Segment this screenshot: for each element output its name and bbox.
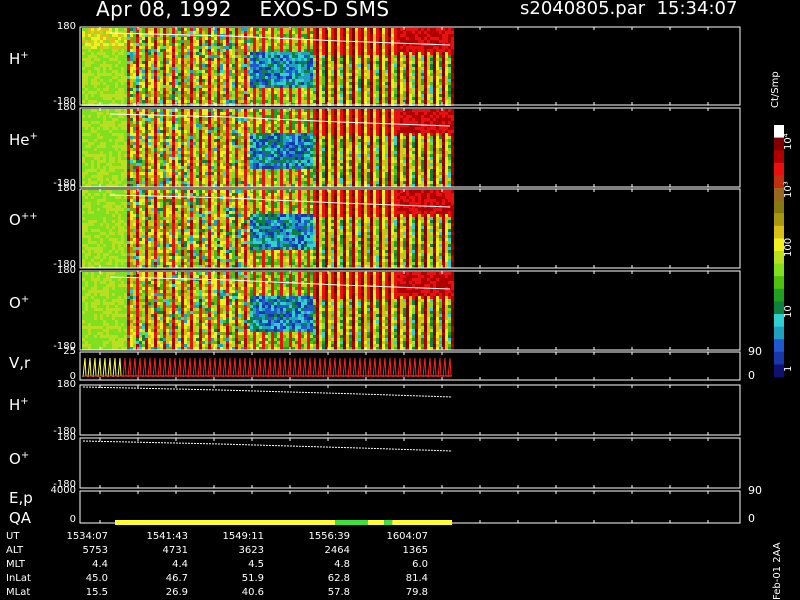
right-tick-bottom: 0 bbox=[748, 512, 755, 525]
panel-frame-h-plus-line bbox=[79, 384, 741, 436]
spectrogram-h-plus bbox=[82, 28, 454, 106]
panel-label-qa: QA bbox=[9, 509, 32, 527]
panel-label-o-plus: O+ bbox=[9, 294, 30, 312]
ephemeris-value: 1541:43 bbox=[146, 531, 188, 542]
ephemeris-value: 46.7 bbox=[165, 573, 188, 584]
angle-trace-h-plus-line bbox=[82, 386, 453, 398]
panel-label-h-plus-line: H+ bbox=[9, 396, 29, 414]
ephemeris-value: 6.0 bbox=[412, 559, 428, 570]
ephemeris-row-mlat: MLat 15.5 26.9 40.6 57.8 79.8 bbox=[0, 586, 460, 599]
ephemeris-value: 1365 bbox=[402, 545, 428, 556]
qa-segment bbox=[335, 520, 368, 525]
y-tick-bottom: 0 bbox=[69, 514, 76, 525]
colorbar-swatch bbox=[774, 200, 784, 214]
ephemeris-value: 40.6 bbox=[241, 587, 264, 598]
colorbar-swatch bbox=[774, 162, 784, 176]
ephemeris-value: 1556:39 bbox=[308, 531, 350, 542]
qa-segment bbox=[392, 520, 452, 525]
qa-segment bbox=[384, 520, 393, 525]
colorbar-swatch bbox=[774, 276, 784, 290]
ephemeris-label: ALT bbox=[6, 545, 24, 556]
panel-label-he-plus: He+ bbox=[9, 131, 38, 149]
colorbar-label: 10³ bbox=[783, 181, 794, 198]
right-tick-bottom: 0 bbox=[748, 369, 755, 382]
ephemeris-value: 2464 bbox=[324, 545, 350, 556]
spectrogram-o-plus bbox=[82, 272, 454, 350]
y-tick-top: 4000 bbox=[50, 485, 76, 496]
colorbar-label: 10⁴ bbox=[783, 133, 794, 150]
colorbar-label: 10 bbox=[783, 305, 794, 318]
ephemeris-row-alt: ALT 5753 4731 3623 2464 1365 bbox=[0, 544, 460, 557]
colorbar-unit: Ct/Smp bbox=[770, 71, 781, 108]
colorbar-swatch bbox=[774, 150, 784, 164]
ephemeris-label: MLT bbox=[6, 559, 25, 570]
right-tick-top: 90 bbox=[748, 345, 762, 358]
qa-bar bbox=[115, 520, 452, 525]
ephemeris-value: 81.4 bbox=[405, 573, 428, 584]
ephemeris-row-ut: UT 1534:07 1541:43 1549:11 1556:39 1604:07 bbox=[0, 530, 460, 543]
ephemeris-value: 3623 bbox=[238, 545, 264, 556]
ephemeris-value: 1604:07 bbox=[386, 531, 428, 542]
footer-code: Feb-01 2AA bbox=[772, 542, 783, 600]
panel-label-ep-qa: E,p bbox=[9, 489, 33, 507]
y-tick-top: 180 bbox=[56, 21, 76, 32]
panel-frame-ep-qa bbox=[79, 490, 741, 524]
spectrogram-he-plus bbox=[82, 109, 454, 187]
panel-label-vr: V,r bbox=[9, 354, 31, 372]
ephemeris-value: 4.8 bbox=[334, 559, 350, 570]
ephemeris-value: 51.9 bbox=[241, 573, 264, 584]
ephemeris-row-mlt: MLT 4.4 4.4 4.5 4.8 6.0 bbox=[0, 558, 460, 571]
y-tick-top: 180 bbox=[56, 102, 76, 113]
ephemeris-label: InLat bbox=[6, 573, 31, 584]
right-tick-top: 90 bbox=[748, 484, 762, 497]
ephemeris-value: 79.8 bbox=[405, 587, 428, 598]
colorbar-label: 100 bbox=[783, 237, 794, 257]
ephemeris-value: 4.5 bbox=[248, 559, 264, 570]
ephemeris-value: 4.4 bbox=[172, 559, 188, 570]
spectrogram-o-plusplus bbox=[82, 190, 454, 268]
colorbar-swatch bbox=[774, 339, 784, 353]
ephemeris-value: 4731 bbox=[162, 545, 188, 556]
colorbar-swatch bbox=[774, 213, 784, 227]
panel-label-h-plus: H+ bbox=[9, 50, 29, 68]
ephemeris-value: 1549:11 bbox=[222, 531, 264, 542]
colorbar-swatch bbox=[774, 351, 784, 365]
ephemeris-value: 62.8 bbox=[327, 573, 350, 584]
colorbar-swatch bbox=[774, 263, 784, 277]
ephemeris-value: 57.8 bbox=[327, 587, 350, 598]
y-tick-top: 180 bbox=[56, 432, 76, 443]
panel-label-o-plus-line: O+ bbox=[9, 450, 30, 468]
angle-trace-o-plus-line bbox=[82, 440, 453, 452]
ephemeris-value: 45.0 bbox=[85, 573, 108, 584]
y-tick-top: 25 bbox=[63, 346, 76, 357]
qa-segment bbox=[115, 520, 336, 525]
colorbar-swatch bbox=[774, 288, 784, 302]
ephemeris-value: 4.4 bbox=[92, 559, 108, 570]
ephemeris-value: 5753 bbox=[82, 545, 108, 556]
spectrogram-plot bbox=[79, 26, 784, 525]
colorbar-label: 1 bbox=[783, 365, 794, 372]
y-tick-top: 180 bbox=[56, 183, 76, 194]
ephemeris-label: MLat bbox=[6, 587, 31, 598]
ephemeris-value: 1534:07 bbox=[66, 531, 108, 542]
ephemeris-row-inlat: InLat 45.0 46.7 51.9 62.8 81.4 bbox=[0, 572, 460, 585]
ephemeris-value: 26.9 bbox=[165, 587, 188, 598]
y-tick-top: 180 bbox=[56, 265, 76, 276]
panel-label-o-plusplus: O++ bbox=[9, 211, 38, 229]
y-tick-top: 180 bbox=[56, 379, 76, 390]
qa-segment bbox=[367, 520, 385, 525]
colorbar-swatch bbox=[774, 326, 784, 340]
ephemeris-label: UT bbox=[6, 531, 20, 542]
ephemeris-value: 15.5 bbox=[85, 587, 108, 598]
panel-frame-o-plus-line bbox=[79, 437, 741, 489]
vr-trace bbox=[82, 357, 452, 378]
